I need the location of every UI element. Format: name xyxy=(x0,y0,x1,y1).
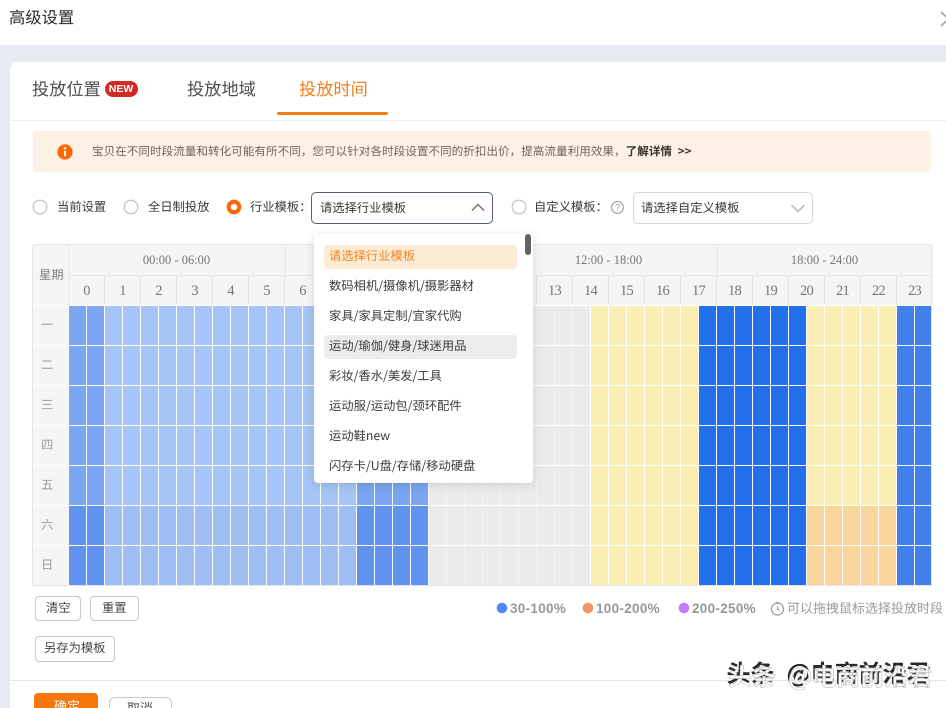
svg-text:?: ? xyxy=(615,202,620,212)
